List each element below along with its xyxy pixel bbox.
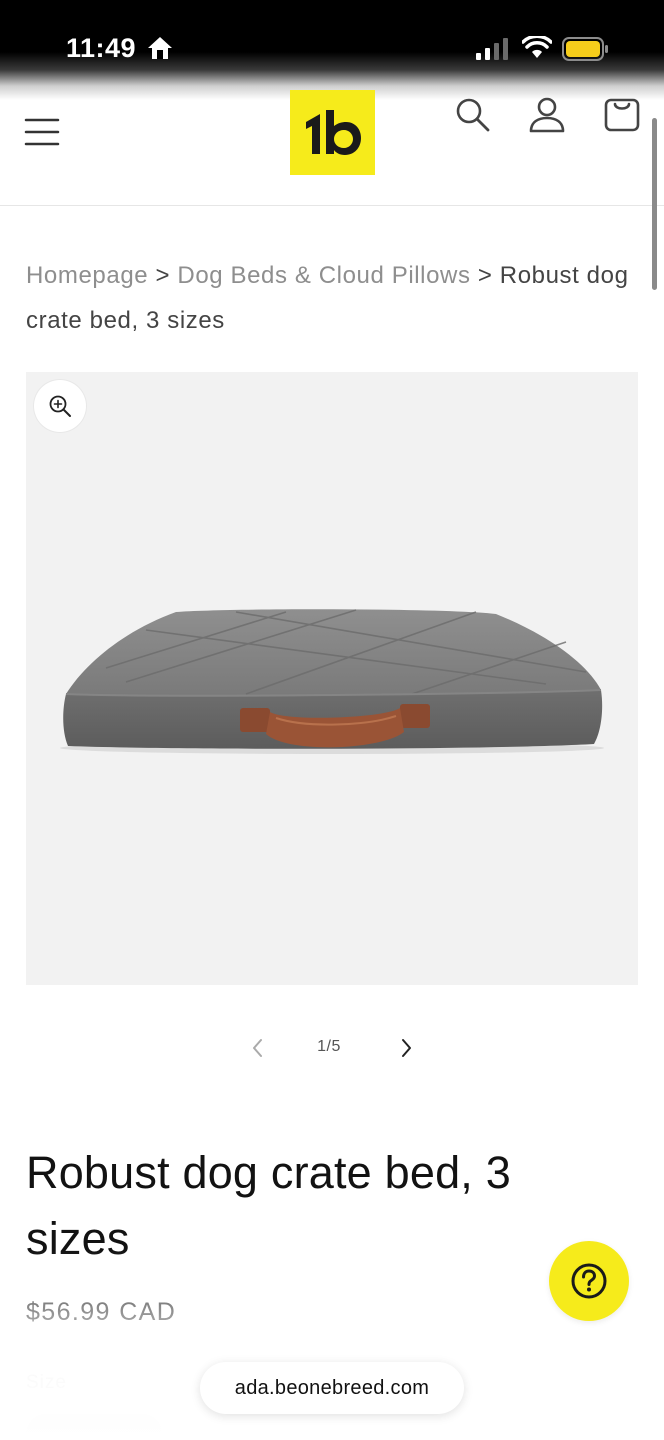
signal-icon [476,38,510,65]
slide-counter: 1/5 [317,1038,341,1055]
account-button[interactable] [528,96,566,134]
home-icon [146,35,174,66]
chevron-right-icon [402,1039,411,1057]
breadcrumb-separator: > [155,262,178,289]
account-icon [529,97,565,133]
breadcrumb: Homepage > Dog Beds & Cloud Pillows > Ro… [26,253,638,343]
previous-slide-button[interactable] [246,1034,270,1062]
site-logo[interactable] [290,90,375,175]
breadcrumb-separator: > [477,262,500,289]
site-header [0,86,664,206]
browser-url-bar[interactable]: ada.beonebreed.com [200,1362,464,1414]
zoom-button[interactable] [34,380,86,432]
cart-icon [604,98,640,132]
help-button[interactable] [549,1241,629,1321]
zoom-in-icon [49,395,71,417]
status-time: 11:49 [66,33,137,63]
logo-mark [305,109,361,155]
product-image[interactable] [26,372,638,985]
wifi-icon [521,34,553,65]
status-bar: 11:49 [0,0,664,100]
next-slide-button[interactable] [394,1034,418,1062]
chevron-left-icon [253,1039,262,1057]
search-button[interactable] [454,96,492,134]
url-text: ada.beonebreed.com [234,1376,430,1399]
breadcrumb-category-link[interactable]: Dog Beds & Cloud Pillows [177,262,470,289]
dog-bed-image [60,609,604,754]
question-mark-icon [571,1263,607,1299]
battery-icon [562,37,610,66]
size-label: Size [26,1372,67,1393]
scrollbar[interactable] [652,118,657,290]
product-price: $56.99 CAD [26,1298,177,1326]
gallery-slider-controls: 1/5 [0,1030,664,1066]
menu-icon [24,118,60,146]
product-title: Robust dog crate bed, 3 sizes [26,1147,511,1264]
menu-button[interactable] [24,114,60,150]
search-icon [456,98,490,132]
breadcrumb-home-link[interactable]: Homepage [26,262,148,289]
size-option[interactable] [26,1414,162,1440]
cart-button[interactable] [602,94,642,134]
